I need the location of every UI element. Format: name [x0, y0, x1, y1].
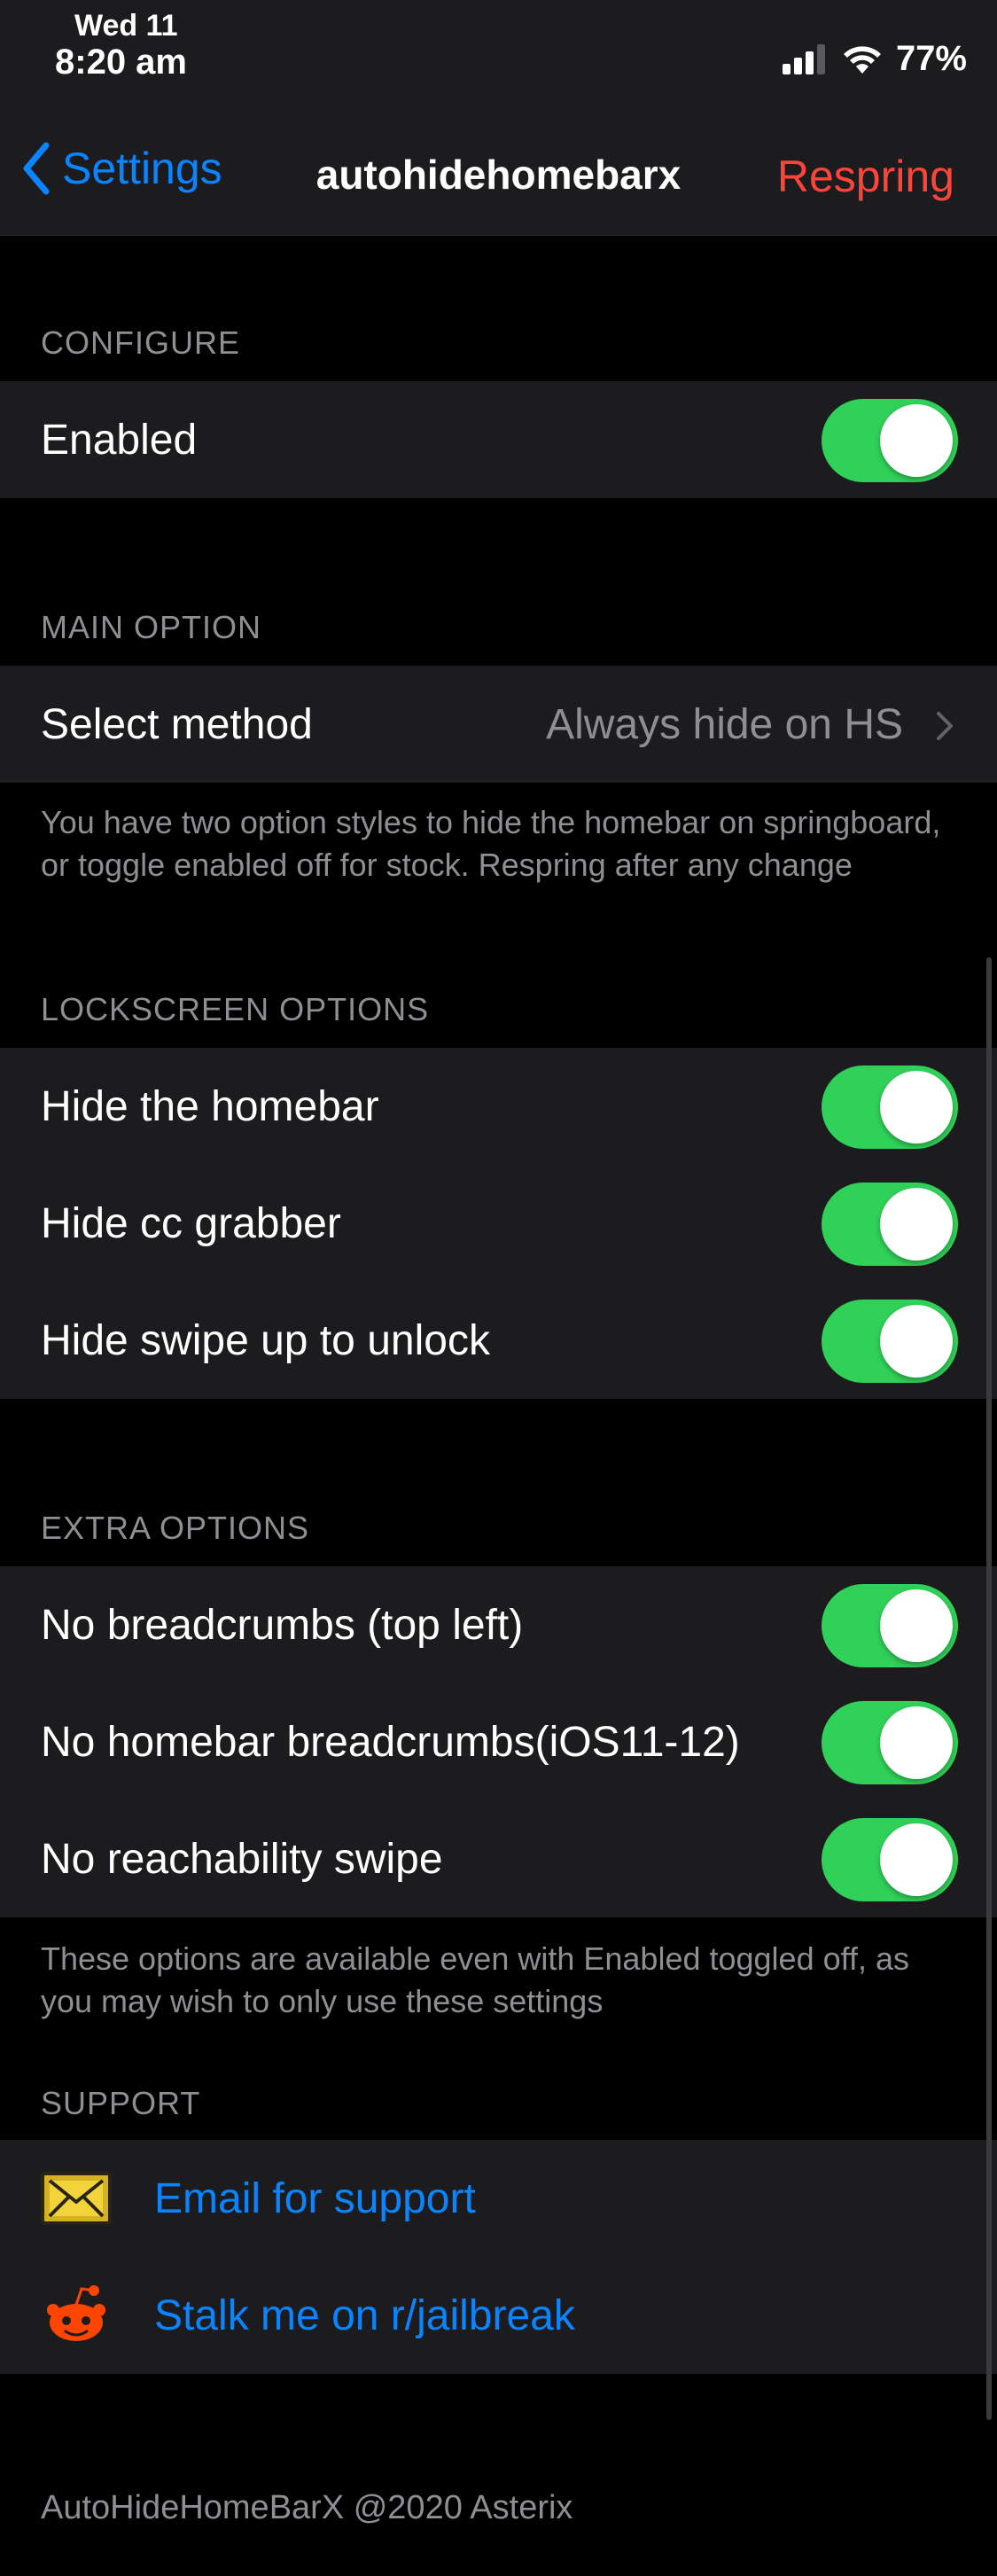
copyright-text: AutoHideHomeBarX @2020 Asterix	[41, 2489, 573, 2526]
respring-button[interactable]: Respring	[777, 151, 954, 202]
toggle-knob	[880, 1188, 953, 1261]
lockscreen-group: Hide the homebar Hide cc grabber Hide sw…	[0, 1048, 997, 1399]
navigation-bar: Settings autohidehomebarx Respring	[0, 106, 997, 236]
settings-page: Wed 11 8:20 am 77% Settings autohidehome…	[0, 0, 997, 2576]
reddit-icon	[47, 2285, 105, 2341]
extra-group: No breadcrumbs (top left) No homebar bre…	[0, 1566, 997, 1917]
select-method-label: Select method	[41, 700, 313, 748]
status-bar: Wed 11 8:20 am 77%	[0, 0, 997, 106]
cellular-signal-icon	[782, 43, 825, 74]
enabled-label: Enabled	[41, 416, 198, 464]
hide-swipe-up-toggle[interactable]	[822, 1300, 958, 1383]
no-breadcrumbs-label: No breadcrumbs (top left)	[41, 1601, 524, 1649]
section-header-configure: CONFIGURE	[41, 324, 240, 361]
section-header-main-option: MAIN OPTION	[41, 609, 262, 645]
wifi-icon	[843, 45, 881, 74]
email-support-label: Email for support	[154, 2174, 476, 2222]
section-header-lockscreen: LOCKSCREEN OPTIONS	[41, 991, 430, 1027]
battery-percentage: 77%	[895, 39, 967, 78]
section-header-extra: EXTRA OPTIONS	[41, 1510, 310, 1546]
cell-hide-homebar: Hide the homebar	[0, 1048, 997, 1165]
toggle-knob	[880, 1305, 953, 1378]
status-right: 77%	[782, 39, 967, 79]
enabled-toggle[interactable]	[822, 399, 958, 482]
hide-swipe-up-label: Hide swipe up to unlock	[41, 1316, 490, 1364]
no-breadcrumbs-toggle[interactable]	[822, 1584, 958, 1667]
hide-cc-grabber-toggle[interactable]	[822, 1183, 958, 1266]
support-group: Email for support Stalk me on r/jailbrea…	[0, 2140, 997, 2374]
reddit-link-label: Stalk me on r/jailbreak	[154, 2291, 575, 2339]
status-day: Wed 11	[74, 9, 178, 43]
cell-no-breadcrumbs: No breadcrumbs (top left)	[0, 1566, 997, 1683]
main-option-footer: You have two option styles to hide the h…	[41, 804, 941, 883]
cell-hide-swipe-up: Hide swipe up to unlock	[0, 1282, 997, 1399]
section-header-support: SUPPORT	[41, 2085, 201, 2121]
hide-cc-grabber-label: Hide cc grabber	[41, 1199, 341, 1247]
toggle-knob	[880, 404, 953, 477]
cell-hide-cc-grabber: Hide cc grabber	[0, 1165, 997, 1282]
no-homebar-breadcrumbs-label: No homebar breadcrumbs(iOS11-12)	[41, 1718, 740, 1766]
no-reachability-label: No reachability swipe	[41, 1835, 443, 1883]
toggle-knob	[880, 1823, 953, 1896]
chevron-right-icon	[937, 712, 953, 740]
hide-homebar-toggle[interactable]	[822, 1066, 958, 1149]
toggle-knob	[880, 1706, 953, 1779]
configure-group: Enabled	[0, 381, 997, 498]
cell-no-homebar-breadcrumbs: No homebar breadcrumbs(iOS11-12)	[0, 1683, 997, 1800]
no-homebar-breadcrumbs-toggle[interactable]	[822, 1701, 958, 1784]
toggle-knob	[880, 1071, 953, 1144]
cell-no-reachability: No reachability swipe	[0, 1800, 997, 1917]
status-time: 8:20 am	[55, 43, 187, 82]
cell-select-method[interactable]: Select method Always hide on HS	[0, 666, 997, 783]
no-reachability-toggle[interactable]	[822, 1818, 958, 1901]
envelope-icon	[41, 2172, 112, 2225]
hide-homebar-label: Hide the homebar	[41, 1082, 379, 1130]
scroll-indicator[interactable]	[986, 957, 992, 2420]
cell-enabled: Enabled	[0, 381, 997, 498]
cell-email-support[interactable]: Email for support	[0, 2140, 997, 2257]
cell-reddit-link[interactable]: Stalk me on r/jailbreak	[0, 2257, 997, 2374]
toggle-knob	[880, 1589, 953, 1662]
select-method-value: Always hide on HS	[546, 700, 903, 748]
main-option-group: Select method Always hide on HS	[0, 666, 997, 783]
extra-footer: These options are available even with En…	[41, 1940, 909, 2019]
